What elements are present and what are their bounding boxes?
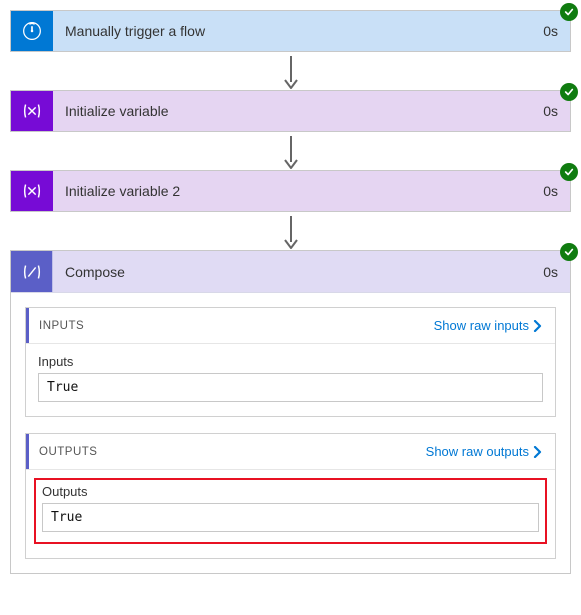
step-duration: 0s (543, 23, 558, 39)
chevron-right-icon (533, 320, 543, 332)
show-raw-outputs-link[interactable]: Show raw outputs (426, 444, 543, 459)
step-title: Compose (65, 264, 125, 280)
success-icon (560, 3, 578, 21)
step-duration: 0s (543, 183, 558, 199)
step-initialize-variable[interactable]: Initialize variable 0s (10, 90, 571, 132)
step-compose-header[interactable]: Compose 0s (11, 251, 570, 293)
step-compose-expanded: Compose 0s INPUTS Show raw inputs Inputs… (10, 250, 571, 574)
variable-icon (11, 91, 53, 131)
inputs-field-label: Inputs (38, 354, 543, 369)
outputs-field-value: True (42, 503, 539, 532)
inputs-field-value: True (38, 373, 543, 402)
inputs-section: INPUTS Show raw inputs Inputs True (25, 307, 556, 417)
show-raw-inputs-link[interactable]: Show raw inputs (434, 318, 543, 333)
step-duration: 0s (543, 264, 558, 280)
chevron-right-icon (533, 446, 543, 458)
step-trigger[interactable]: Manually trigger a flow 0s (10, 10, 571, 52)
outputs-field-label: Outputs (42, 484, 539, 499)
variable-icon (11, 171, 53, 211)
step-duration: 0s (543, 103, 558, 119)
compose-icon (11, 251, 53, 292)
step-initialize-variable-2[interactable]: Initialize variable 2 0s (10, 170, 571, 212)
success-icon (560, 243, 578, 261)
outputs-label: OUTPUTS (29, 446, 97, 458)
success-icon (560, 163, 578, 181)
inputs-label: INPUTS (29, 320, 84, 332)
outputs-section: OUTPUTS Show raw outputs Outputs True (25, 433, 556, 559)
step-title: Manually trigger a flow (65, 23, 205, 39)
step-title: Initialize variable (65, 103, 169, 119)
trigger-icon (11, 11, 53, 51)
connector-arrow (10, 212, 571, 250)
outputs-highlight: Outputs True (34, 478, 547, 544)
connector-arrow (10, 52, 571, 90)
connector-arrow (10, 132, 571, 170)
step-title: Initialize variable 2 (65, 183, 180, 199)
success-icon (560, 83, 578, 101)
